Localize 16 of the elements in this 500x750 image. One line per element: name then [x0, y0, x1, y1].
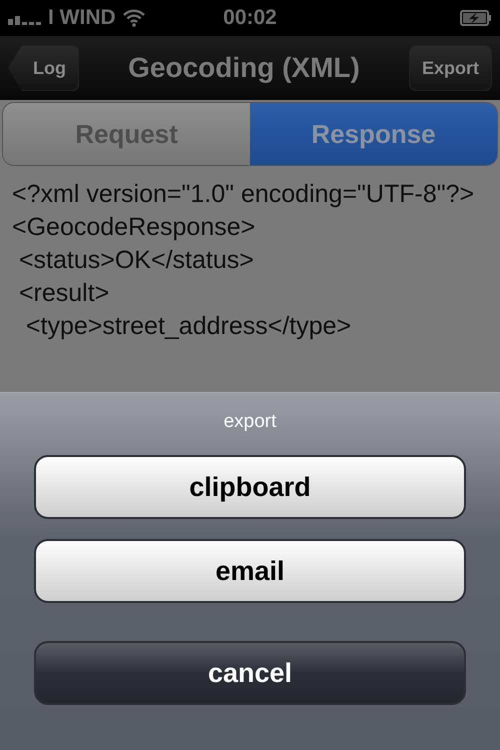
carrier-name: I WIND	[48, 6, 116, 30]
xml-line: <type>street_address</type>	[24, 311, 352, 342]
sheet-title: export	[224, 411, 276, 433]
wifi-icon	[122, 9, 146, 27]
export-button[interactable]: Export	[408, 45, 492, 91]
xml-line: <status>OK</status>	[18, 245, 255, 276]
xml-line: <result>	[18, 278, 110, 309]
sheet-button[interactable]: email	[34, 539, 466, 603]
xml-line: <?xml version="1.0" encoding="UTF-8"?>	[12, 179, 476, 210]
xml-line: <GeocodeResponse>	[12, 212, 256, 243]
sheet-button[interactable]: clipboard	[34, 455, 466, 519]
cancel-button[interactable]: cancel	[34, 641, 466, 705]
nav-title: Geocoding (XML)	[127, 52, 361, 84]
status-time: 00:02	[223, 6, 277, 30]
battery-charging-icon	[460, 10, 492, 26]
back-button[interactable]: Log	[8, 45, 79, 91]
